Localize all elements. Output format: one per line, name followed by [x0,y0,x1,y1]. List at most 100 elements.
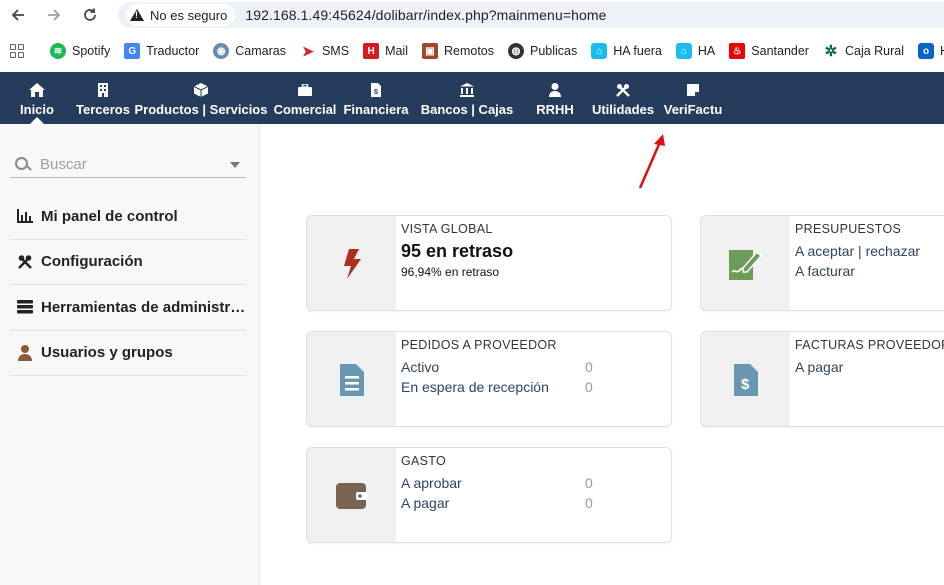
svg-text:$: $ [741,376,750,393]
box-icon-area [307,448,396,542]
tab-utilidades[interactable]: Utilidades [588,72,658,124]
security-label: No es seguro [150,7,228,23]
top-menu: Inicio Terceros Productos | Servicios Co… [0,72,944,124]
box-title: PRESUPUESTOS [795,222,902,236]
document-icon [339,364,364,396]
reload-button[interactable] [72,0,108,30]
box-presupuestos[interactable]: PRESUPUESTOS A aceptar | rechazar A fact… [700,215,944,311]
warning-icon [130,9,144,21]
sms-icon: ➤ [302,42,314,59]
bookmark-ha[interactable]: ⌂ HA [675,43,715,59]
chart-icon [16,207,34,225]
lightning-icon [343,249,361,279]
url-text[interactable]: 192.168.1.49:45624/dolibarr/index.php?ma… [245,7,606,23]
bookmark-ha-fuera[interactable]: ⌂ HA fuera [591,43,662,59]
building-icon [98,82,108,98]
cube-icon [194,82,208,98]
invoice-icon: $ [371,82,381,98]
left-menu: Mi panel de control Configuración Herram… [10,194,246,376]
back-button[interactable] [0,0,36,30]
tab-financiera[interactable]: $ Financiera [340,72,412,124]
count-value: 0 [585,359,593,375]
bookmark-mail[interactable]: H Mail [363,43,408,59]
box-vista-global[interactable]: VISTA GLOBAL 95 en retraso 96,94% en ret… [306,215,672,311]
tab-terceros[interactable]: Terceros [74,72,132,124]
home-assistant-icon: ⌂ [675,43,692,59]
bookmark-spotify[interactable]: ≋ Spotify [50,43,110,59]
spotify-icon: ≋ [50,43,66,59]
box-title: FACTURAS PROVEEDOR [795,338,944,352]
bookmark-camaras[interactable]: ◉ Camaras [213,43,286,59]
bookmark-traductor[interactable]: G Traductor [124,43,199,59]
santander-icon: ♨ [729,43,746,59]
box-title: GASTO [401,454,447,468]
bookmark-sms[interactable]: ➤ SMS [300,43,349,59]
box-icon-area: $ [701,332,790,426]
facturas-pagar-link[interactable]: A pagar [795,357,944,377]
box-facturas-proveedor[interactable]: $ FACTURAS PROVEEDOR A pagar [700,331,944,427]
search-icon [14,155,34,175]
bookmark-caja-rural[interactable]: ✲ Caja Rural [823,43,904,60]
tab-comercial[interactable]: Comercial [270,72,340,124]
left-menu-item-panel[interactable]: Mi panel de control [10,194,246,240]
signed-document-icon [728,250,762,280]
chevron-down-icon[interactable] [230,162,240,168]
box-icon-area [701,216,790,310]
pedidos-activo-row[interactable]: Activo 0 [401,357,663,377]
late-count[interactable]: 95 en retraso [401,241,663,263]
presupuestos-aceptar-link[interactable]: A aceptar | rechazar [795,241,944,261]
annotation-arrow [638,134,665,189]
left-menu-item-herramientas[interactable]: Herramientas de administración [10,285,246,331]
reload-icon [84,8,96,21]
arrow-right-icon [48,9,61,21]
left-panel: Mi panel de control Configuración Herram… [0,124,260,585]
server-icon [16,298,34,316]
box-icon-area [307,216,396,310]
left-menu-item-usuarios[interactable]: Usuarios y grupos [10,331,246,376]
search-input[interactable] [40,156,220,173]
bookmark-outlook[interactable]: oH [918,43,944,59]
bookmark-publicas[interactable]: ◍ Publicas [508,43,577,59]
security-chip[interactable]: No es seguro [126,4,236,26]
svg-text:$: $ [374,89,378,96]
apps-grid-icon[interactable] [10,44,24,58]
box-gasto[interactable]: GASTO A aprobar 0 A pagar 0 [306,447,672,543]
camera-icon: ◉ [213,43,230,59]
count-value: 0 [585,495,593,511]
address-bar[interactable]: No es seguro 192.168.1.49:45624/dolibarr… [118,2,944,28]
outlook-icon: o [918,43,935,59]
tab-productos-servicios[interactable]: Productos | Servicios [132,72,270,124]
tab-verifactu[interactable]: VeriFactu [658,72,728,124]
left-menu-item-configuracion[interactable]: Configuración [10,240,246,285]
forward-button[interactable] [36,0,72,30]
late-percent: 96,94% en retraso [401,265,500,279]
remote-icon: ▣ [421,43,438,59]
tab-rrhh[interactable]: RRHH [522,72,588,124]
home-icon [29,82,45,98]
note-icon [687,82,699,98]
user-icon [549,82,561,98]
briefcase-icon [298,82,312,98]
globe-icon: ◍ [508,43,525,59]
caja-rural-icon: ✲ [824,43,838,60]
tab-bancos-cajas[interactable]: Bancos | Cajas [412,72,522,124]
tools-icon [616,82,630,98]
mail-icon: H [363,43,380,59]
invoice-icon: $ [733,364,758,396]
presupuestos-facturar-link[interactable]: A facturar [795,261,944,281]
browser-toolbar: No es seguro 192.168.1.49:45624/dolibarr… [0,0,944,30]
arrow-left-icon [11,9,24,21]
translate-icon: G [124,43,141,59]
box-icon-area [307,332,396,426]
tab-inicio[interactable]: Inicio [0,72,74,124]
bookmark-santander[interactable]: ♨ Santander [729,43,809,59]
gasto-aprobar-row[interactable]: A aprobar 0 [401,473,663,493]
box-pedidos-proveedor[interactable]: PEDIDOS A PROVEEDOR Activo 0 En espera de… [306,331,672,427]
bookmark-remotos[interactable]: ▣ Remotos [421,43,494,59]
bank-icon [460,82,474,98]
search-box[interactable] [10,152,246,178]
pedidos-espera-row[interactable]: En espera de recepción 0 [401,377,663,397]
count-value: 0 [585,475,593,491]
user-icon [16,344,34,362]
gasto-pagar-row[interactable]: A pagar 0 [401,493,663,513]
